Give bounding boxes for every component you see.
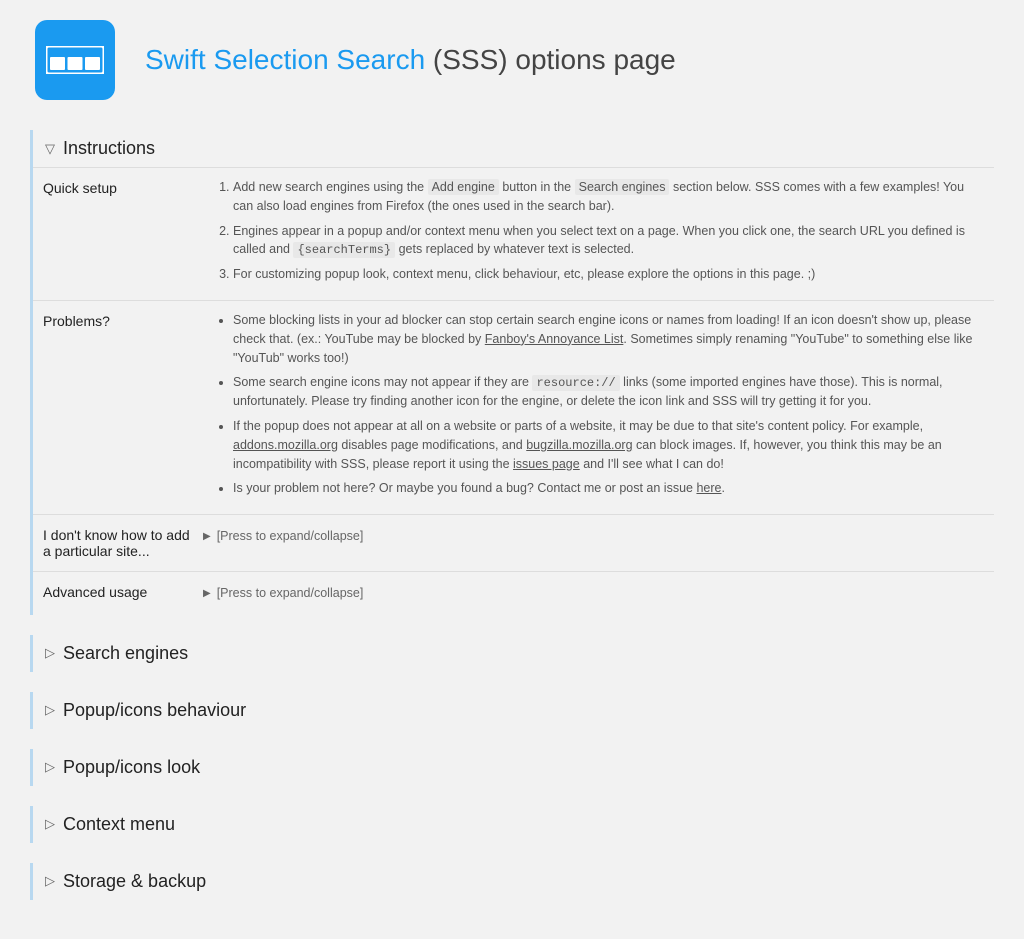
section-popup-look: ▷ Popup/icons look	[30, 749, 994, 786]
fanboy-link[interactable]: Fanboy's Annoyance List	[485, 332, 624, 346]
label-quick-setup: Quick setup	[33, 178, 203, 290]
section-context-menu-title: Context menu	[63, 814, 175, 835]
section-popup-look-title: Popup/icons look	[63, 757, 200, 778]
advanced-expand[interactable]: ▶ [Press to expand/collapse]	[203, 582, 974, 605]
bugzilla-link[interactable]: bugzilla.mozilla.org	[526, 438, 632, 452]
label-advanced: Advanced usage	[33, 582, 203, 605]
problems-item-1: Some blocking lists in your ad blocker c…	[233, 311, 974, 367]
triangle-right-icon: ▷	[45, 816, 55, 832]
section-instructions: ▽ Instructions Quick setup Add new searc…	[30, 130, 994, 615]
section-instructions-body: Quick setup Add new search engines using…	[33, 167, 994, 615]
advanced-expand-text: [Press to expand/collapse]	[217, 584, 364, 603]
resource-code: resource://	[532, 375, 619, 391]
quick-setup-item-1: Add new search engines using the Add eng…	[233, 178, 974, 216]
add-engine-ref: Add engine	[428, 179, 499, 195]
issues-page-link[interactable]: issues page	[513, 457, 580, 471]
problems-item-2: Some search engine icons may not appear …	[233, 373, 974, 411]
content-quick-setup: Add new search engines using the Add eng…	[203, 178, 994, 290]
row-quick-setup: Quick setup Add new search engines using…	[33, 168, 994, 301]
section-popup-behaviour-header[interactable]: ▷ Popup/icons behaviour	[33, 692, 994, 729]
search-engines-ref: Search engines	[575, 179, 670, 195]
problems-item-3: If the popup does not appear at all on a…	[233, 417, 974, 473]
add-site-expand-text: [Press to expand/collapse]	[217, 527, 364, 546]
triangle-right-icon: ▶	[203, 529, 211, 544]
search-terms-code: {searchTerms}	[293, 242, 395, 258]
app-logo	[35, 20, 115, 100]
triangle-right-icon: ▷	[45, 645, 55, 661]
section-instructions-header[interactable]: ▽ Instructions	[33, 130, 994, 167]
page-title: Swift Selection Search (SSS) options pag…	[145, 44, 676, 76]
section-storage-header[interactable]: ▷ Storage & backup	[33, 863, 994, 900]
section-search-engines-title: Search engines	[63, 643, 188, 664]
content-problems: Some blocking lists in your ad blocker c…	[203, 311, 994, 504]
label-problems: Problems?	[33, 311, 203, 504]
triangle-right-icon: ▶	[203, 586, 211, 601]
quick-setup-item-2: Engines appear in a popup and/or context…	[233, 222, 974, 260]
section-popup-behaviour-title: Popup/icons behaviour	[63, 700, 246, 721]
triangle-right-icon: ▷	[45, 702, 55, 718]
row-advanced: Advanced usage ▶ [Press to expand/collap…	[33, 572, 994, 615]
title-suffix: (SSS) options page	[425, 44, 676, 75]
section-instructions-title: Instructions	[63, 138, 155, 159]
section-context-menu-header[interactable]: ▷ Context menu	[33, 806, 994, 843]
triangle-down-icon: ▽	[45, 141, 55, 157]
logo-icon	[46, 46, 104, 74]
row-add-site: I don't know how to add a particular sit…	[33, 515, 994, 572]
row-problems: Problems? Some blocking lists in your ad…	[33, 301, 994, 515]
title-link[interactable]: Swift Selection Search	[145, 44, 425, 75]
section-popup-look-header[interactable]: ▷ Popup/icons look	[33, 749, 994, 786]
label-add-site: I don't know how to add a particular sit…	[33, 525, 203, 561]
section-storage: ▷ Storage & backup	[30, 863, 994, 900]
section-search-engines: ▷ Search engines	[30, 635, 994, 672]
section-search-engines-header[interactable]: ▷ Search engines	[33, 635, 994, 672]
addons-link[interactable]: addons.mozilla.org	[233, 438, 338, 452]
problems-item-4: Is your problem not here? Or maybe you f…	[233, 479, 974, 498]
quick-setup-item-3: For customizing popup look, context menu…	[233, 265, 974, 284]
here-link[interactable]: here	[696, 481, 721, 495]
section-popup-behaviour: ▷ Popup/icons behaviour	[30, 692, 994, 729]
add-site-expand[interactable]: ▶ [Press to expand/collapse]	[203, 525, 974, 548]
page-header: Swift Selection Search (SSS) options pag…	[35, 20, 994, 100]
section-storage-title: Storage & backup	[63, 871, 206, 892]
triangle-right-icon: ▷	[45, 873, 55, 889]
section-context-menu: ▷ Context menu	[30, 806, 994, 843]
